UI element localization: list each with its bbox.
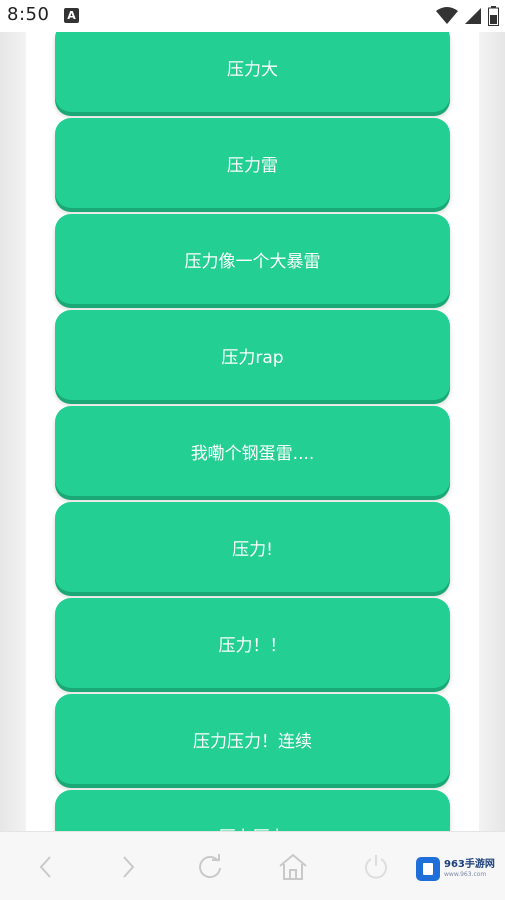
refresh-button[interactable]: [193, 850, 227, 884]
notification-icon: A: [64, 8, 79, 23]
page-margin-right: [479, 32, 505, 831]
status-icons: [436, 6, 499, 26]
battery-icon: [488, 6, 499, 26]
sound-button-label: 我嘞个钢蛋雷....: [190, 443, 315, 464]
sound-button[interactable]: 压力rap: [55, 310, 450, 400]
sound-button-label: 压力像一个大暴雷: [184, 251, 321, 272]
forward-button[interactable]: [111, 850, 145, 884]
back-button[interactable]: [29, 850, 63, 884]
sound-page: 压力大 压力雷 压力像一个大暴雷 压力rap 我嘞个钢蛋雷.... 压力! 压力…: [26, 32, 479, 831]
page-margin-left: [0, 32, 26, 831]
home-icon: [279, 853, 307, 880]
sound-button[interactable]: 压力大: [55, 32, 450, 112]
power-button[interactable]: [359, 850, 393, 884]
home-button[interactable]: [276, 850, 310, 884]
sound-button-label: 压力压力！连续: [193, 731, 312, 752]
signal-icon: [465, 8, 481, 24]
sound-button[interactable]: 压力压力: [55, 790, 450, 831]
refresh-icon: [199, 854, 221, 879]
sound-button[interactable]: 压力像一个大暴雷: [55, 214, 450, 304]
status-time: 8:50: [7, 4, 50, 25]
sound-button[interactable]: 压力!: [55, 502, 450, 592]
content-area[interactable]: 压力大 压力雷 压力像一个大暴雷 压力rap 我嘞个钢蛋雷.... 压力! 压力…: [0, 32, 505, 831]
sound-button-label: 压力!: [232, 539, 273, 560]
sound-button-label: 压力压力: [219, 823, 287, 832]
sound-button-list: 压力大 压力雷 压力像一个大暴雷 压力rap 我嘞个钢蛋雷.... 压力! 压力…: [55, 32, 450, 831]
sound-button[interactable]: 我嘞个钢蛋雷....: [55, 406, 450, 496]
status-bar: 8:50 A: [0, 0, 505, 32]
power-icon: [365, 855, 387, 879]
sound-button[interactable]: 压力压力！连续: [55, 694, 450, 784]
sound-button-label: 压力！！: [218, 635, 287, 656]
sound-button[interactable]: 压力雷: [55, 118, 450, 208]
wifi-icon: [436, 7, 458, 24]
site-watermark: 963手游网 www.963.com: [416, 856, 502, 882]
back-icon: [39, 856, 51, 878]
sound-button[interactable]: 压力！！: [55, 598, 450, 688]
watermark-subtext: www.963.com: [444, 871, 487, 878]
watermark-logo-icon: [416, 857, 440, 881]
sound-button-label: 压力大: [227, 59, 278, 80]
sound-button-label: 压力rap: [221, 347, 284, 368]
watermark-text: 963手游网: [444, 859, 495, 870]
forward-icon: [123, 856, 135, 878]
browser-nav-bar: 963手游网 www.963.com: [0, 831, 505, 900]
sound-button-label: 压力雷: [227, 155, 278, 176]
